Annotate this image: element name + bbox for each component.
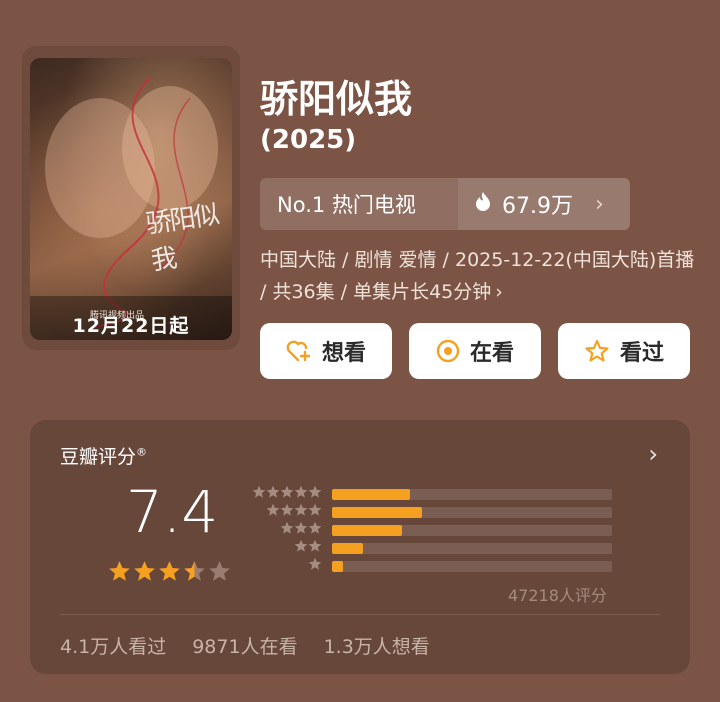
want-button[interactable]: 想看: [260, 323, 392, 379]
rating-count: 47218人评分: [508, 586, 607, 605]
distribution-bar-track: [332, 507, 612, 518]
rating-source-label: 豆瓣评分: [60, 446, 137, 468]
distribution-bar-fill: [332, 507, 422, 518]
rating-score: 7.4: [126, 478, 219, 546]
release-year: (2025): [260, 125, 357, 155]
distribution-stars: [308, 557, 322, 571]
watching-label: 在看: [469, 341, 514, 366]
meta-text: 中国大陆 / 剧情 爱情 / 2025-12-22(中国大陆)首播 / 共36集…: [260, 249, 695, 303]
small-star-icon: [308, 557, 322, 570]
star-icon: [109, 561, 130, 581]
star-icon: [209, 561, 230, 581]
registered-mark: ®: [136, 445, 148, 459]
chevron-right-icon: ›: [495, 281, 503, 303]
distribution-row: [250, 503, 612, 521]
distribution-bar-fill: [332, 543, 363, 554]
poster-image[interactable]: 骄阳似我 腾讯视频出品 12月22日起: [30, 58, 232, 340]
watching-button[interactable]: 在看: [409, 323, 541, 379]
watch-stats: 4.1万人看过 9871人在看 1.3万人想看: [60, 632, 430, 659]
want-label: 想看: [321, 341, 366, 366]
small-star-icon: [252, 485, 266, 498]
rank-label: No.1 热门电视: [277, 193, 416, 217]
divider: [60, 614, 660, 615]
small-star-icon: [294, 539, 308, 552]
target-circle-icon: [436, 339, 460, 363]
poster-shadow: 骄阳似我 腾讯视频出品 12月22日起: [22, 46, 240, 350]
small-star-icon: [280, 485, 294, 498]
small-star-icon: [308, 539, 322, 552]
page-title: 骄阳似我: [260, 77, 413, 121]
distribution-row: [250, 521, 612, 539]
small-star-icon: [294, 521, 308, 534]
distribution-bar-track: [332, 543, 612, 554]
star-icon: [184, 561, 205, 581]
small-star-icon: [266, 485, 280, 498]
small-star-icon: [294, 485, 308, 498]
rating-distribution: [250, 485, 612, 575]
distribution-stars: [294, 539, 322, 553]
distribution-bar-fill: [332, 525, 402, 536]
heart-plus-icon: [286, 339, 312, 363]
distribution-bar-track: [332, 561, 612, 572]
distribution-bar-track: [332, 525, 612, 536]
small-star-icon: [294, 503, 308, 516]
distribution-row: [250, 557, 612, 575]
distribution-row: [250, 539, 612, 557]
distribution-bar-track: [332, 489, 612, 500]
heat-value: 67.9万: [502, 194, 573, 219]
heat-section[interactable]: 67.9万 ›: [458, 178, 630, 230]
small-star-icon: [308, 485, 322, 498]
small-star-icon: [308, 521, 322, 534]
flame-icon: [474, 191, 492, 217]
distribution-bar-fill: [332, 561, 344, 572]
stat-want: 1.3万人想看: [323, 636, 430, 658]
distribution-bar-fill: [332, 489, 411, 500]
star-icon: [134, 561, 155, 581]
small-star-icon: [266, 503, 280, 516]
star-outline-icon: [584, 339, 610, 363]
small-star-icon: [280, 503, 294, 516]
distribution-stars: [252, 485, 322, 499]
distribution-stars: [280, 521, 322, 535]
meta-info[interactable]: 中国大陆 / 剧情 爱情 / 2025-12-22(中国大陆)首播 / 共36集…: [260, 244, 700, 308]
stat-watched: 4.1万人看过: [60, 636, 167, 658]
poster-date: 12月22日起: [72, 315, 190, 337]
distribution-stars: [266, 503, 322, 517]
small-star-icon: [280, 521, 294, 534]
distribution-row: [250, 485, 612, 503]
star-icon: [159, 561, 180, 581]
small-star-icon: [308, 503, 322, 516]
rating-card[interactable]: 豆瓣评分® › 7.4 47218人评分 4.1万人看过 9871人在看 1.3…: [30, 420, 690, 674]
watched-label: 看过: [619, 341, 664, 366]
rating-stars: [108, 560, 231, 583]
chevron-right-icon: ›: [595, 191, 604, 217]
rating-source: 豆瓣评分®: [60, 442, 147, 469]
poster-calligraphy: 骄阳似我: [144, 200, 220, 277]
rank-chip[interactable]: No.1 热门电视 67.9万 ›: [260, 178, 630, 230]
watched-button[interactable]: 看过: [558, 323, 690, 379]
stat-watching: 9871人在看: [192, 636, 298, 658]
chevron-right-icon[interactable]: ›: [648, 440, 658, 468]
